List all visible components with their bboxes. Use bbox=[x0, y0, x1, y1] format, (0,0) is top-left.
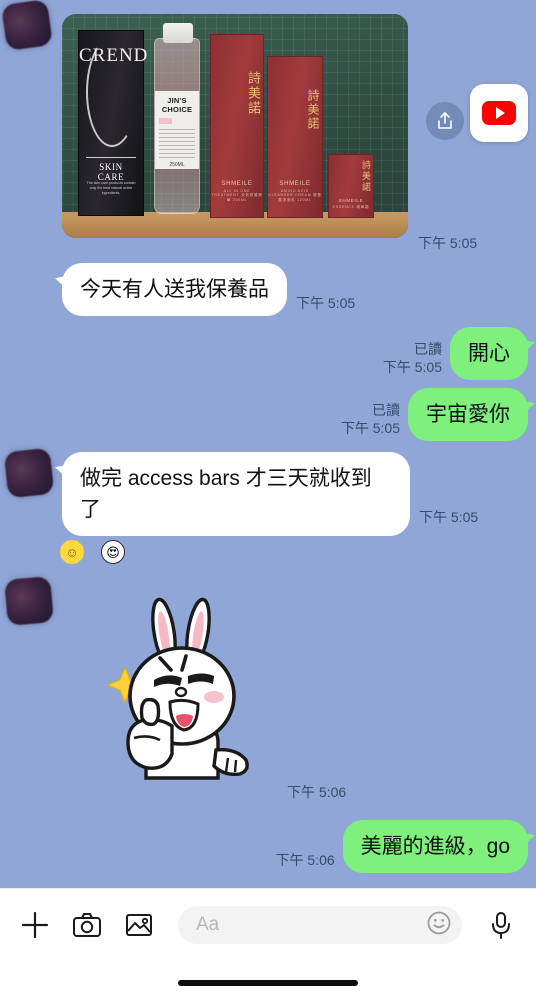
shmeile-english-brand: SHMEILE ESSENCE 精華霜 bbox=[332, 198, 370, 209]
message-row[interactable]: 美麗的進級，go 下午 5:06 bbox=[276, 820, 528, 873]
message-meta: 已讀 下午 5:05 bbox=[341, 401, 400, 441]
line-chat-screen: CREND SKIN CARE The skin care products c… bbox=[0, 0, 536, 1000]
avatar[interactable] bbox=[1, 0, 53, 51]
home-indicator bbox=[178, 980, 358, 986]
message-row[interactable]: 宇宙愛你 已讀 下午 5:05 bbox=[341, 388, 528, 441]
emoji-button[interactable] bbox=[426, 910, 452, 941]
camera-icon bbox=[73, 913, 101, 937]
photo-message[interactable]: CREND SKIN CARE The skin care products c… bbox=[62, 14, 408, 238]
youtube-icon[interactable] bbox=[470, 84, 528, 142]
message-bubble[interactable]: 今天有人送我保養品 bbox=[62, 263, 287, 316]
product-photo[interactable]: CREND SKIN CARE The skin care products c… bbox=[62, 14, 408, 238]
message-timestamp: 下午 5:05 bbox=[418, 235, 478, 251]
avatar[interactable] bbox=[3, 447, 55, 499]
message-bubble[interactable]: 宇宙愛你 bbox=[408, 388, 528, 441]
message-timestamp: 下午 5:05 bbox=[340, 420, 400, 436]
image-icon bbox=[126, 914, 152, 936]
heart-eyes-reaction-icon[interactable]: 😍 bbox=[101, 540, 125, 564]
message-row[interactable]: 做完 access bars 才三天就收到了 下午 5:05 bbox=[62, 452, 478, 536]
jins-choice-bottle: JIN'S CHOICE 250ML bbox=[154, 23, 200, 214]
message-meta: 下午 5:06 bbox=[276, 851, 335, 873]
shmeile-box-small: 詩美諾 SHMEILE ESSENCE 精華霜 bbox=[328, 154, 374, 218]
message-meta: 下午 5:05 bbox=[296, 294, 355, 316]
shmeile-box-tall: 詩美諾 SHMEILE ALL IN ONE TREATMENT 全效修護精華 … bbox=[210, 34, 264, 218]
read-receipt: 已讀 bbox=[414, 341, 442, 357]
message-timestamp: 下午 5:05 bbox=[419, 509, 479, 525]
bottle-label: JIN'S CHOICE 250ML bbox=[155, 91, 199, 169]
composer-bar: Aa bbox=[0, 888, 536, 1000]
youtube-play-glyph bbox=[482, 101, 516, 125]
gallery-button[interactable] bbox=[120, 906, 158, 944]
message-bubble[interactable]: 開心 bbox=[450, 327, 528, 380]
message-timestamp: 下午 5:06 bbox=[275, 852, 335, 868]
shmeile-chinese-brand: 詩美諾 bbox=[246, 71, 261, 117]
message-input-placeholder: Aa bbox=[196, 914, 220, 935]
smiley-reaction-icon[interactable]: ☺ bbox=[60, 540, 84, 564]
message-timestamp: 下午 5:06 bbox=[287, 784, 347, 800]
bottle-label-text-lines bbox=[159, 128, 195, 158]
message-input[interactable]: Aa bbox=[178, 906, 462, 944]
share-button[interactable] bbox=[426, 102, 464, 140]
bottle-volume-text: 250ML bbox=[169, 162, 185, 168]
message-row[interactable]: 開心 已讀 下午 5:05 bbox=[383, 327, 528, 380]
shmeile-chinese-brand: 詩美諾 bbox=[361, 160, 371, 194]
message-meta: 下午 5:05 bbox=[419, 508, 478, 536]
crend-subtitle-text: SKIN CARE bbox=[86, 157, 136, 182]
message-reactions[interactable]: ☺ 😍 bbox=[60, 540, 125, 564]
cony-sticker-art bbox=[106, 597, 249, 780]
crend-fine-print: The skin care products contain only the … bbox=[86, 181, 136, 195]
share-upload-icon bbox=[438, 112, 452, 129]
read-receipt: 已讀 bbox=[372, 402, 400, 418]
chat-message-list[interactable]: CREND SKIN CARE The skin care products c… bbox=[0, 0, 536, 888]
bottle-cap bbox=[163, 23, 193, 43]
shmeile-english-brand: SHMEILE AMINO ACID CLEANSER CREAM 胺基酸潔面乳… bbox=[268, 181, 322, 202]
avatar[interactable] bbox=[4, 576, 54, 626]
message-meta: 已讀 下午 5:05 bbox=[383, 340, 442, 380]
plus-icon bbox=[21, 911, 49, 939]
crend-skincare-box: CREND SKIN CARE The skin care products c… bbox=[78, 30, 147, 216]
microphone-icon bbox=[492, 912, 510, 939]
smiley-face-icon bbox=[427, 911, 451, 934]
crend-arc-graphic bbox=[86, 37, 138, 147]
camera-button[interactable] bbox=[68, 906, 106, 944]
voice-message-button[interactable] bbox=[482, 906, 520, 944]
message-timestamp: 下午 5:05 bbox=[296, 295, 356, 311]
message-timestamp: 下午 5:05 bbox=[382, 359, 442, 375]
message-bubble[interactable]: 做完 access bars 才三天就收到了 bbox=[62, 452, 410, 536]
shmeile-chinese-brand: 詩美諾 bbox=[306, 88, 320, 131]
shmeile-box-medium: 詩美諾 SHMEILE AMINO ACID CLEANSER CREAM 胺基… bbox=[267, 56, 323, 218]
add-attachment-button[interactable] bbox=[16, 906, 54, 944]
message-bubble[interactable]: 美麗的進級，go bbox=[342, 820, 528, 873]
bottle-label-pink-bar bbox=[159, 118, 172, 124]
cony-rabbit-thumbs-up-sticker[interactable] bbox=[88, 592, 278, 792]
bottle-label-title: JIN'S CHOICE bbox=[161, 96, 193, 114]
shmeile-english-brand: SHMEILE ALL IN ONE TREATMENT 全效修護精華 250M… bbox=[211, 181, 263, 202]
message-row[interactable]: 今天有人送我保養品 下午 5:05 bbox=[62, 263, 355, 316]
